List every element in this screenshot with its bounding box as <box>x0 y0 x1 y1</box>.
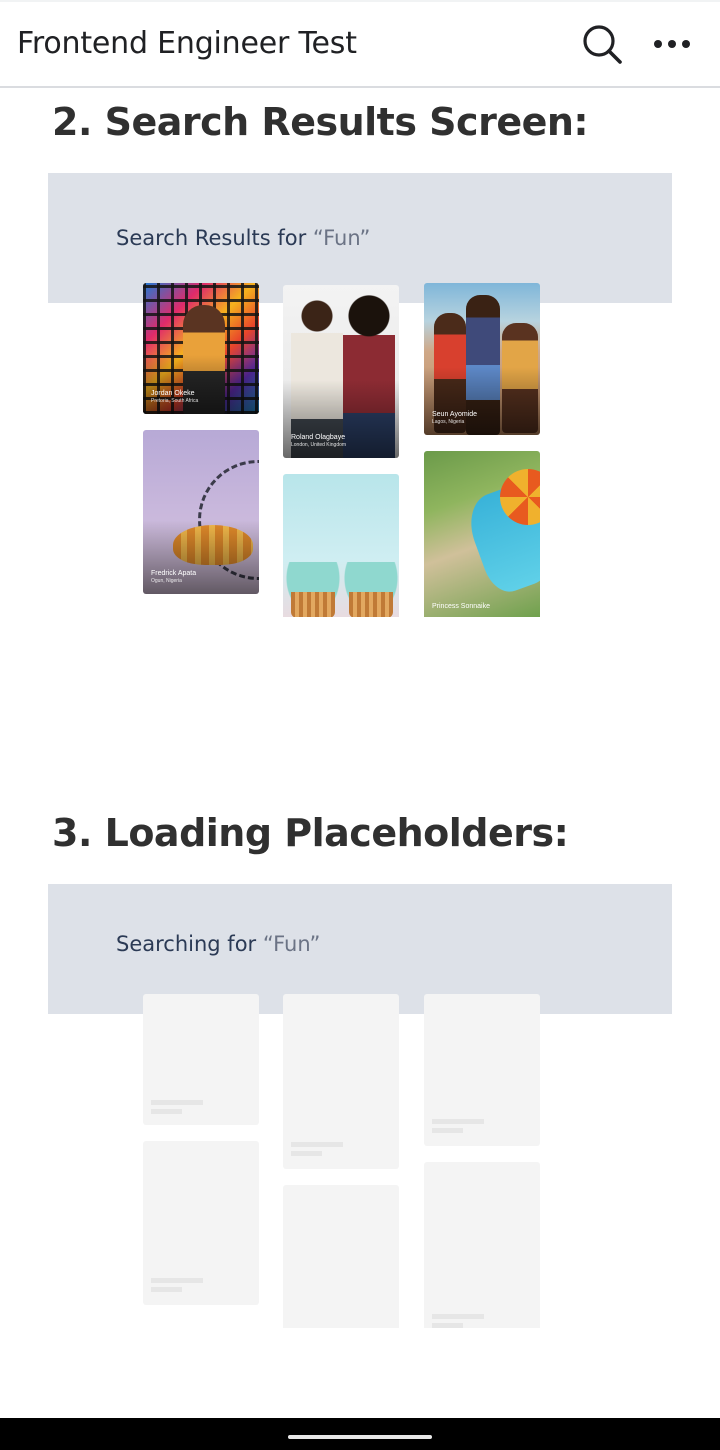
skeleton-line <box>151 1287 182 1292</box>
result-card[interactable]: Fredrick Apata Ogun, Nigeria <box>143 430 259 594</box>
skeleton-line <box>151 1100 203 1105</box>
skeleton-card <box>143 994 259 1125</box>
skeleton-line <box>432 1323 463 1328</box>
skeleton-line <box>151 1109 182 1114</box>
card-caption: Princess Sonnaike <box>432 602 490 611</box>
search-results-banner: Search Results for “Fun” <box>48 173 672 303</box>
more-options-button[interactable] <box>644 16 700 72</box>
card-location: Pretoria, South Africa <box>151 398 199 404</box>
banner-query: “Fun” <box>312 226 371 250</box>
searching-title: Searching for “Fun” <box>116 932 320 956</box>
card-location: Ogun, Nigeria <box>151 578 182 584</box>
skeleton-line <box>432 1128 463 1133</box>
skeleton-card <box>424 1162 540 1328</box>
card-caption: Fredrick Apata Ogun, Nigeria <box>151 569 196 585</box>
card-name: Roland Olagbaye <box>291 434 346 441</box>
banner-query: “Fun” <box>262 932 321 956</box>
skeleton-line <box>432 1314 484 1319</box>
section-heading-loading-placeholders: 3. Loading Placeholders: <box>52 811 569 855</box>
result-card[interactable]: Jordan Okeke Pretoria, South Africa <box>143 283 259 414</box>
more-horizontal-icon <box>654 40 690 48</box>
skeleton-card <box>283 1185 399 1328</box>
card-name: Fredrick Apata <box>151 570 197 577</box>
card-name: Seun Ayomide <box>432 411 478 418</box>
result-card[interactable]: Roland Olagbaye London, United Kingdom <box>283 285 399 458</box>
skeleton-line <box>291 1142 343 1147</box>
card-location: London, United Kingdom <box>291 442 347 448</box>
skeleton-card <box>143 1141 259 1305</box>
banner-prefix: Searching for <box>116 932 263 956</box>
search-results-title: Search Results for “Fun” <box>116 226 370 250</box>
card-name: Jordan Okeke <box>151 390 195 397</box>
skeleton-card <box>424 994 540 1146</box>
card-location: Lagos, Nigeria <box>432 419 465 425</box>
card-name: Princess Sonnaike <box>432 603 490 610</box>
card-caption: Jordan Okeke Pretoria, South Africa <box>151 389 198 405</box>
result-card[interactable]: Princess Sonnaike <box>424 451 540 617</box>
banner-prefix: Search Results for <box>116 226 313 250</box>
skeleton-line <box>291 1151 322 1156</box>
result-card[interactable]: Seun Ayomide Lagos, Nigeria <box>424 283 540 435</box>
document-title: Frontend Engineer Test <box>17 26 357 61</box>
skeleton-card <box>283 994 399 1169</box>
card-caption: Seun Ayomide Lagos, Nigeria <box>432 410 477 426</box>
skeleton-line <box>432 1119 484 1124</box>
system-navigation-bar <box>0 1418 720 1450</box>
card-caption: Roland Olagbaye London, United Kingdom <box>291 433 346 449</box>
cupcake-base <box>349 592 393 617</box>
skeleton-line <box>151 1278 203 1283</box>
cupcake-base <box>291 592 335 617</box>
home-gesture-handle[interactable] <box>288 1435 432 1439</box>
search-icon <box>583 25 622 64</box>
search-button[interactable] <box>574 16 630 72</box>
section-heading-search-results: 2. Search Results Screen: <box>52 100 589 144</box>
app-bar: Frontend Engineer Test <box>0 2 720 88</box>
result-card[interactable] <box>283 474 399 617</box>
